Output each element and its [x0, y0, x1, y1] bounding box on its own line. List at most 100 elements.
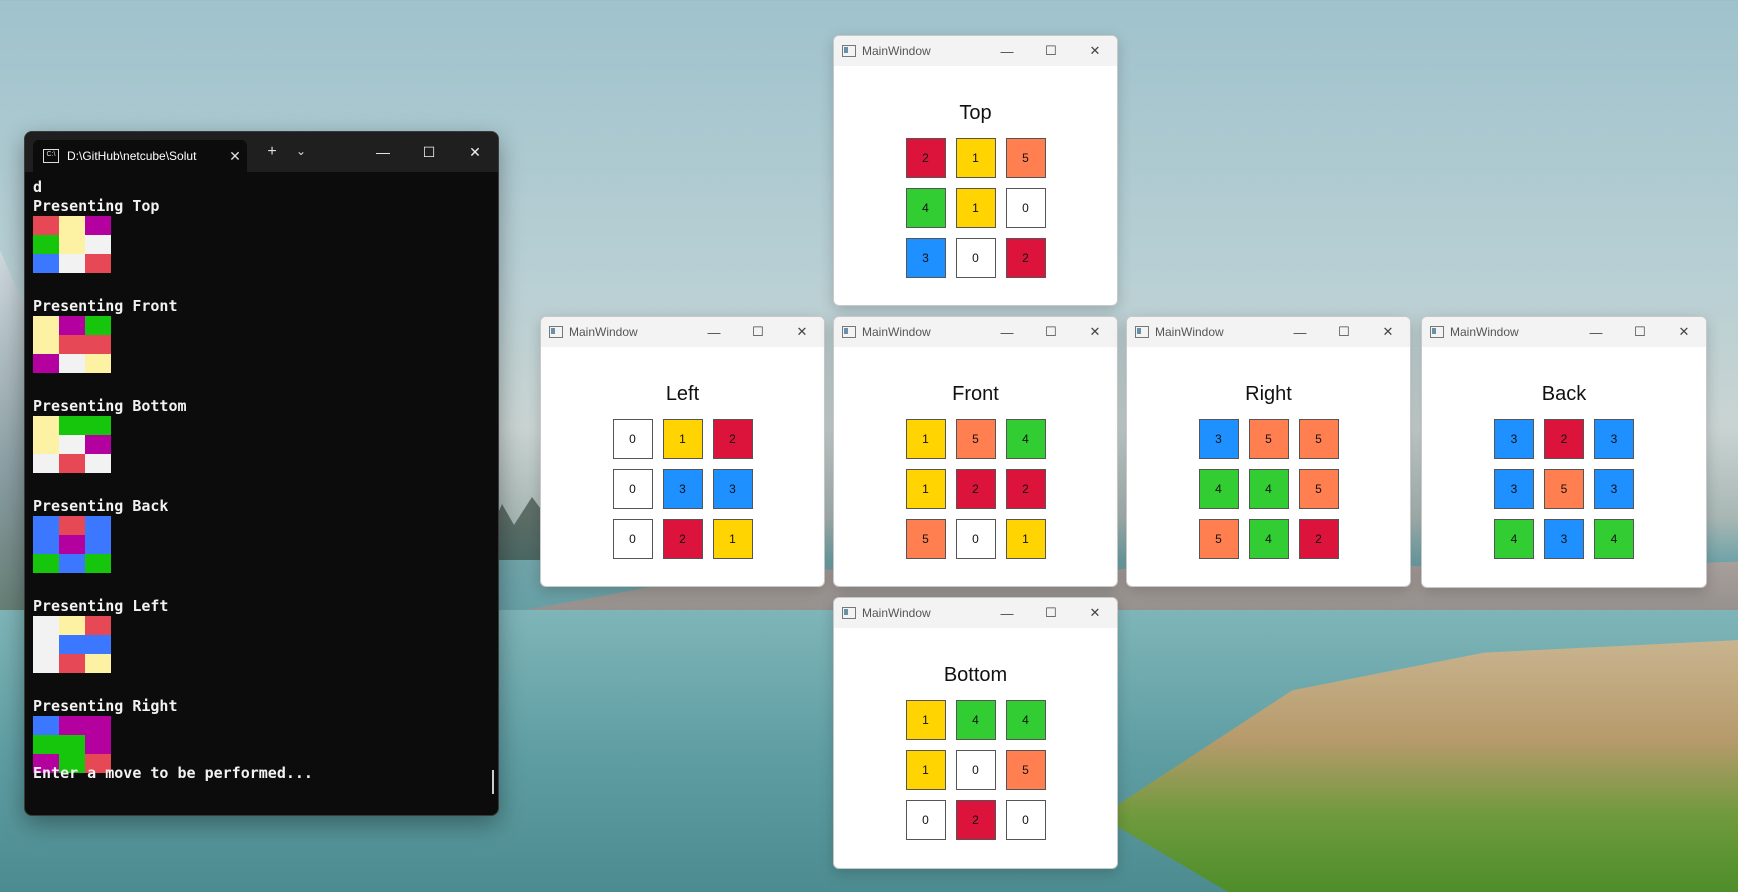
face-cell[interactable]: 4 [905, 188, 946, 228]
minimize-button[interactable]: — [1574, 317, 1618, 347]
minimize-button[interactable]: — [985, 36, 1029, 66]
close-button[interactable]: ✕ [1073, 598, 1117, 628]
window-titlebar[interactable]: MainWindow — ☐ ✕ [1127, 317, 1410, 347]
window-titlebar[interactable]: MainWindow — ☐ ✕ [834, 317, 1117, 347]
terminal-scrollbar[interactable] [492, 770, 494, 794]
face-cell[interactable]: 2 [955, 800, 996, 840]
terminal-window[interactable]: C:\ D:\GitHub\netcube\Solut ✕ + ⌄ — ☐ ✕ … [24, 131, 499, 816]
close-button[interactable]: ✕ [452, 132, 498, 172]
window-titlebar[interactable]: MainWindow — ☐ ✕ [1422, 317, 1706, 347]
window-titlebar[interactable]: MainWindow — ☐ ✕ [834, 36, 1117, 66]
face-cell[interactable]: 2 [662, 519, 703, 559]
face-window-left[interactable]: MainWindow — ☐ ✕ Left 0 1 2 0 3 3 0 2 1 [540, 316, 825, 587]
close-button[interactable]: ✕ [1662, 317, 1706, 347]
maximize-button[interactable]: ☐ [1029, 317, 1073, 347]
face-cell[interactable]: 2 [1005, 238, 1046, 278]
face-window-bottom[interactable]: MainWindow — ☐ ✕ Bottom 1 4 4 1 0 5 0 2 0 [833, 597, 1118, 869]
face-cell[interactable]: 5 [955, 419, 996, 459]
maximize-button[interactable]: ☐ [1322, 317, 1366, 347]
face-cell[interactable]: 0 [955, 750, 996, 790]
terminal-face-cell [85, 716, 111, 735]
face-cell[interactable]: 5 [1298, 419, 1339, 459]
face-cell[interactable]: 1 [712, 519, 753, 559]
face-cell[interactable]: 0 [612, 419, 653, 459]
face-cell[interactable]: 1 [905, 700, 946, 740]
close-tab-icon[interactable]: ✕ [223, 148, 247, 165]
face-cell[interactable]: 5 [1005, 138, 1046, 178]
face-cell[interactable]: 4 [1005, 700, 1046, 740]
face-cell[interactable]: 4 [1198, 469, 1239, 509]
face-cell[interactable]: 0 [1005, 188, 1046, 228]
face-cell[interactable]: 1 [1005, 519, 1046, 559]
terminal-tab[interactable]: C:\ D:\GitHub\netcube\Solut ✕ [33, 140, 247, 172]
face-window-front[interactable]: MainWindow — ☐ ✕ Front 1 5 4 1 2 2 5 0 1 [833, 316, 1118, 587]
face-cell[interactable]: 4 [1494, 519, 1534, 559]
app-icon [1135, 326, 1149, 338]
face-cell[interactable]: 2 [1298, 519, 1339, 559]
face-cell[interactable]: 5 [1248, 419, 1289, 459]
face-cell[interactable]: 2 [1544, 419, 1584, 459]
terminal-face-cell [59, 735, 85, 754]
face-cell[interactable]: 4 [955, 700, 996, 740]
face-cell[interactable]: 5 [905, 519, 946, 559]
face-cell[interactable]: 5 [1005, 750, 1046, 790]
maximize-button[interactable]: ☐ [1029, 598, 1073, 628]
face-cell[interactable]: 3 [1494, 419, 1534, 459]
minimize-button[interactable]: — [985, 317, 1029, 347]
face-window-top[interactable]: MainWindow — ☐ ✕ Top 2 1 5 4 1 0 3 0 2 [833, 35, 1118, 306]
face-cell[interactable]: 3 [1594, 419, 1634, 459]
face-cell[interactable]: 0 [1005, 800, 1046, 840]
face-cell[interactable]: 3 [662, 469, 703, 509]
face-cell[interactable]: 3 [1494, 469, 1534, 509]
face-cell[interactable]: 5 [1544, 469, 1584, 509]
face-cell[interactable]: 3 [1198, 419, 1239, 459]
face-cell[interactable]: 4 [1594, 519, 1634, 559]
face-cell[interactable]: 5 [1298, 469, 1339, 509]
face-cell[interactable]: 1 [955, 138, 996, 178]
face-cell[interactable]: 0 [905, 800, 946, 840]
face-window-back[interactable]: MainWindow — ☐ ✕ Back 3 2 3 3 5 3 4 3 4 [1421, 316, 1707, 588]
window-titlebar[interactable]: MainWindow — ☐ ✕ [541, 317, 824, 347]
new-tab-button[interactable]: + [261, 143, 283, 161]
face-cell[interactable]: 1 [662, 419, 703, 459]
face-cell[interactable]: 1 [905, 750, 946, 790]
window-titlebar[interactable]: MainWindow — ☐ ✕ [834, 598, 1117, 628]
face-window-right[interactable]: MainWindow — ☐ ✕ Right 3 5 5 4 4 5 5 4 2 [1126, 316, 1411, 587]
maximize-button[interactable]: ☐ [406, 132, 452, 172]
minimize-button[interactable]: — [692, 317, 736, 347]
close-button[interactable]: ✕ [1073, 36, 1117, 66]
terminal-face-cell [59, 716, 85, 735]
face-cell[interactable]: 5 [1198, 519, 1239, 559]
face-cell[interactable]: 0 [955, 519, 996, 559]
minimize-button[interactable]: — [1278, 317, 1322, 347]
terminal-face-cell [33, 635, 59, 654]
face-cell[interactable]: 4 [1005, 419, 1046, 459]
face-cell[interactable]: 3 [1594, 469, 1634, 509]
close-button[interactable]: ✕ [1073, 317, 1117, 347]
face-cell[interactable]: 1 [955, 188, 996, 228]
face-cell[interactable]: 4 [1248, 469, 1289, 509]
terminal-titlebar[interactable]: C:\ D:\GitHub\netcube\Solut ✕ + ⌄ — ☐ ✕ [25, 132, 498, 172]
face-cell[interactable]: 3 [712, 469, 753, 509]
face-cell[interactable]: 4 [1248, 519, 1289, 559]
close-button[interactable]: ✕ [1366, 317, 1410, 347]
face-cell[interactable]: 0 [955, 238, 996, 278]
face-cell[interactable]: 1 [905, 469, 946, 509]
minimize-button[interactable]: — [985, 598, 1029, 628]
terminal-output[interactable]: d Presenting Top Presenting Front Presenti… [25, 172, 498, 803]
maximize-button[interactable]: ☐ [1029, 36, 1073, 66]
face-cell[interactable]: 1 [905, 419, 946, 459]
face-cell[interactable]: 2 [955, 469, 996, 509]
face-cell[interactable]: 2 [712, 419, 753, 459]
face-cell[interactable]: 3 [905, 238, 946, 278]
maximize-button[interactable]: ☐ [1618, 317, 1662, 347]
face-cell[interactable]: 0 [612, 469, 653, 509]
face-cell[interactable]: 3 [1544, 519, 1584, 559]
minimize-button[interactable]: — [360, 132, 406, 172]
face-cell[interactable]: 0 [612, 519, 653, 559]
chevron-down-icon[interactable]: ⌄ [291, 144, 311, 158]
maximize-button[interactable]: ☐ [736, 317, 780, 347]
close-button[interactable]: ✕ [780, 317, 824, 347]
face-cell[interactable]: 2 [1005, 469, 1046, 509]
face-cell[interactable]: 2 [905, 138, 946, 178]
